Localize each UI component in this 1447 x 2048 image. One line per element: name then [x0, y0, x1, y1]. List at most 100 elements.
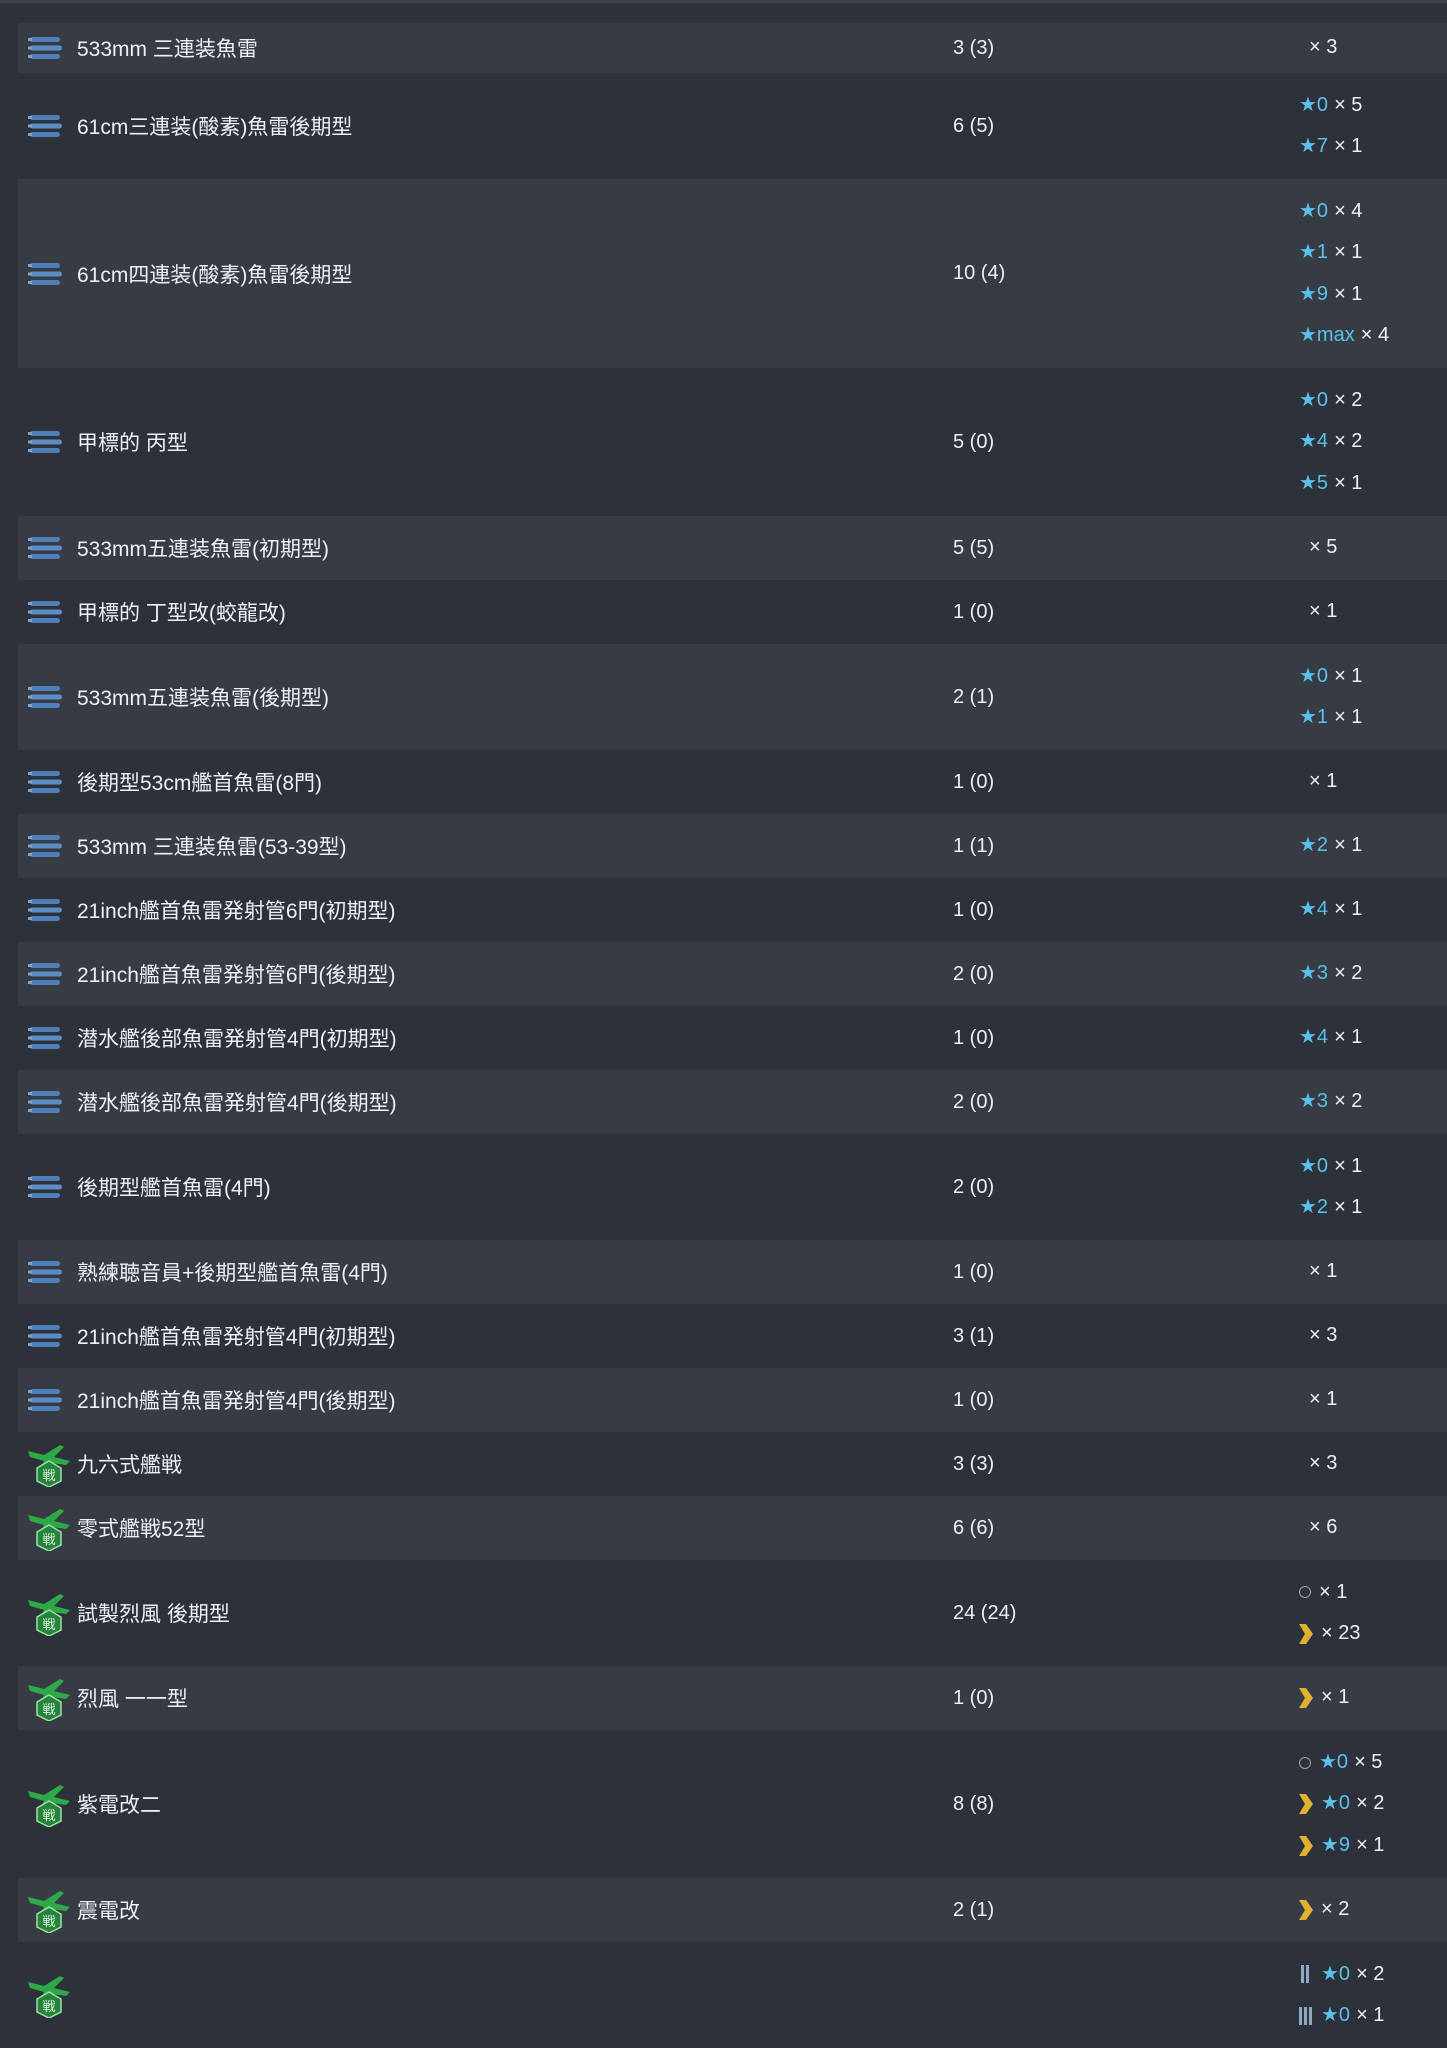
improvement-list: ★2 × 1: [1299, 825, 1362, 867]
improvement-multiplier: × 5: [1354, 1750, 1383, 1773]
proficiency-chevron-icon: [1299, 1623, 1313, 1644]
improvement-entry: ★4 × 1: [1299, 1017, 1362, 1059]
improvement-multiplier: × 1: [1334, 241, 1363, 263]
torpedo-icon: [28, 686, 62, 708]
equipment-count: 2 (1): [953, 1898, 995, 1921]
improvement-entry: ★9 × 1: [1299, 1825, 1384, 1867]
equipment-name: 後期型53cm艦首魚雷(8門): [77, 772, 323, 795]
torpedo-icon: [28, 431, 62, 453]
improvement-level: ★4: [1299, 1026, 1329, 1049]
improvement-multiplier: × 1: [1309, 770, 1338, 793]
torpedo-icon: [28, 262, 62, 285]
equipment-count: 1 (0): [953, 1686, 995, 1709]
improvement-multiplier: × 2: [1334, 388, 1363, 411]
improvement-list: × 1: [1299, 1677, 1349, 1719]
fighter-icon: 戦: [28, 1891, 70, 1933]
equipment-name: 甲標的 丙型: [77, 432, 188, 455]
improvement-level: ★2: [1299, 1196, 1329, 1218]
improvement-level: ★2: [1299, 834, 1329, 857]
equipment-count: 1 (0): [953, 600, 995, 623]
improvement-entry: ★0 × 2: [1299, 1954, 1384, 1996]
improvement-level: ★9: [1321, 1833, 1351, 1856]
improvement-entry: × 1: [1299, 1251, 1337, 1293]
fighter-icon: 戦: [28, 1976, 70, 2018]
improvement-multiplier: × 1: [1356, 1833, 1385, 1856]
equipment-name: 紫電改二: [77, 1794, 161, 1817]
torpedo-icon: [28, 1091, 62, 1113]
equipment-count: 1 (1): [953, 834, 995, 857]
equipment-count: 6 (5): [953, 114, 995, 137]
proficiency-chevron-icon: [1299, 1835, 1313, 1856]
equipment-name: 533mm五連装魚雷(後期型): [77, 687, 330, 710]
improvement-multiplier: × 2: [1321, 1898, 1350, 1921]
equipment-name: 533mm 三連装魚雷: [77, 38, 258, 61]
table-row: 21inch艦首魚雷発射管6門(後期型) 2 (0) ★3 × 2: [18, 942, 1447, 1006]
table-row: 戦 試製烈風 後期型 24 (24) × 1 × 23: [18, 1560, 1447, 1666]
table-row: 甲標的 丙型 5 (0) ★0 × 2 ★4 × 2 ★5 × 1: [18, 368, 1447, 516]
improvement-entry: ★0 × 5: [1299, 85, 1362, 127]
fighter-icon: 戦: [28, 1785, 70, 1827]
improvement-entry: ★7 × 1: [1299, 126, 1362, 168]
improvement-level: ★1: [1299, 241, 1329, 263]
equipment-name: 21inch艦首魚雷発射管4門(初期型): [77, 1326, 396, 1349]
improvement-list: × 1 × 23: [1299, 1572, 1360, 1655]
improvement-list: ★0 × 1 ★1 × 1: [1299, 656, 1362, 739]
svg-text:戦: 戦: [42, 1469, 55, 1484]
equipment-count: 2 (0): [953, 1175, 995, 1198]
improvement-level: ★9: [1299, 282, 1329, 305]
equipment-name: 潜水艦後部魚雷発射管4門(後期型): [77, 1092, 397, 1115]
equipment-name: 試製烈風 後期型: [77, 1603, 230, 1626]
improvement-list: × 2: [1299, 1889, 1349, 1931]
improvement-entry: × 1: [1299, 591, 1337, 633]
improvement-multiplier: × 2: [1334, 430, 1363, 453]
improvement-multiplier: × 1: [1334, 1026, 1363, 1049]
improvement-level: ★4: [1299, 430, 1329, 453]
table-row: 61cm三連装(酸素)魚雷後期型 6 (5) ★0 × 5 ★7 × 1: [18, 73, 1447, 179]
equipment-count: 1 (0): [953, 1026, 995, 1049]
improvement-level: ★0: [1299, 93, 1329, 116]
table-row: 533mm五連装魚雷(後期型) 2 (1) ★0 × 1 ★1 × 1: [18, 644, 1447, 750]
improvement-multiplier: × 2: [1356, 1792, 1385, 1815]
improvement-list: ★0 × 4 ★1 × 1 ★9 × 1 ★max × 4: [1299, 191, 1389, 357]
equipment-count: 1 (0): [953, 1388, 995, 1411]
improvement-entry: ★3 × 2: [1299, 953, 1362, 995]
proficiency-chevron-icon: [1299, 1794, 1313, 1814]
equipment-count: 1 (0): [953, 770, 995, 793]
table-row: 533mm 三連装魚雷(53-39型) 1 (1) ★2 × 1: [18, 814, 1447, 878]
improvement-level: ★max: [1299, 324, 1355, 346]
improvement-level: ★5: [1299, 471, 1329, 494]
improvement-multiplier: × 1: [1309, 600, 1338, 623]
improvement-list: ★0 × 1 ★2 × 1: [1299, 1146, 1362, 1229]
improvement-list: ★0 × 2 ★4 × 2 ★5 × 1: [1299, 380, 1362, 505]
improvement-list: × 6: [1299, 1507, 1337, 1549]
improvement-level: ★4: [1299, 898, 1329, 921]
improvement-entry: × 1: [1299, 1677, 1349, 1719]
improvement-list: ★4 × 1: [1299, 1017, 1362, 1059]
equipment-count: 2 (0): [953, 962, 995, 985]
improvement-entry: × 6: [1299, 1507, 1337, 1549]
svg-text:戦: 戦: [42, 1533, 55, 1548]
svg-text:戦: 戦: [42, 1618, 55, 1633]
improvement-list: ★3 × 2: [1299, 1081, 1362, 1123]
improvement-list: ★4 × 1: [1299, 889, 1362, 931]
improvement-entry: ★0 × 5: [1299, 1742, 1384, 1784]
improvement-level: ★0: [1299, 199, 1329, 222]
svg-text:戦: 戦: [42, 1915, 55, 1930]
equipment-count: 3 (3): [953, 36, 995, 59]
improvement-entry: × 1: [1299, 1379, 1337, 1421]
fighter-icon: 戦: [28, 1594, 70, 1636]
improvement-list: × 1: [1299, 1379, 1337, 1421]
torpedo-icon: [28, 115, 62, 137]
table-row: 戦 ★0 × 2 ★0 × 1: [18, 1942, 1447, 2048]
improvement-entry: ★0 × 2: [1299, 1783, 1384, 1825]
torpedo-icon: [28, 899, 62, 921]
improvement-list: ★0 × 2 ★0 × 1: [1299, 1954, 1384, 2037]
equipment-name: 61cm三連装(酸素)魚雷後期型: [77, 116, 353, 139]
improvement-entry: × 2: [1299, 1889, 1349, 1931]
table-row: 潜水艦後部魚雷発射管4門(後期型) 2 (0) ★3 × 2: [18, 1070, 1447, 1134]
proficiency-bars-icon: [1299, 2006, 1312, 2025]
equipment-count: 24 (24): [953, 1601, 1017, 1624]
torpedo-icon: [28, 1325, 62, 1347]
proficiency-chevron-icon: [1299, 1900, 1313, 1920]
improvement-entry: × 5: [1299, 527, 1337, 569]
